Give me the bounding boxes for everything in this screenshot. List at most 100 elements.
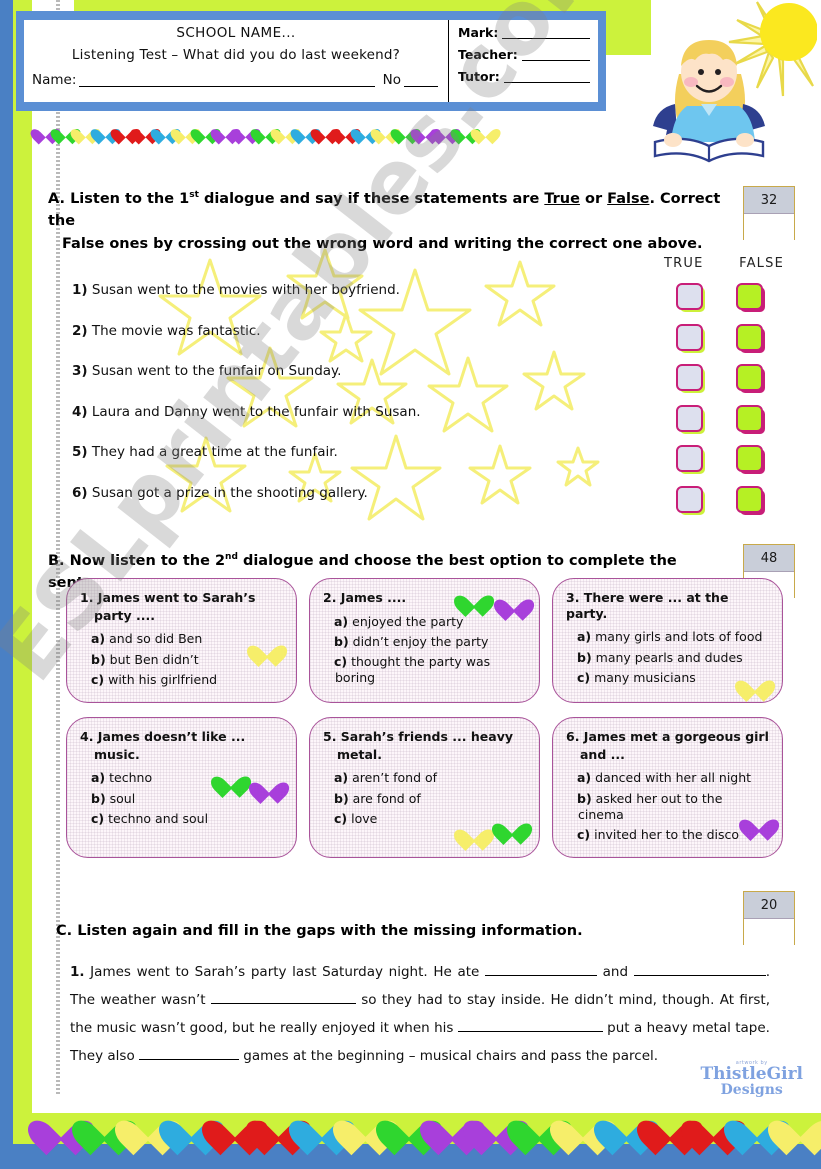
true-column-header: TRUE — [664, 256, 704, 271]
logo-main-text: ThistleGirl — [700, 1064, 803, 1084]
option-choice[interactable]: a) enjoyed the party — [323, 614, 526, 630]
statement-text: They had a great time at the funfair. — [87, 444, 338, 460]
option-choice[interactable]: b) didn’t enjoy the party — [323, 634, 526, 650]
false-checkbox[interactable] — [736, 364, 763, 391]
option-card: 2. James .... a) enjoyed the party b) didn… — [309, 578, 540, 703]
option-text: aren’t fond of — [348, 770, 438, 786]
section-c-score-box[interactable]: 20 — [743, 891, 795, 945]
option-letter: c) — [334, 810, 348, 826]
option-text: many pearls and dudes — [591, 649, 743, 665]
gap-blank-1[interactable] — [485, 961, 597, 976]
option-letter: a) — [334, 770, 349, 786]
option-card-row: 4. James doesn’t like ... music. a) techno… — [66, 717, 796, 859]
true-checkbox[interactable] — [676, 404, 703, 432]
option-card: 6. James met a gorgeous girl and ... a) da… — [552, 717, 783, 859]
option-letter: a) — [91, 770, 106, 786]
option-letter: c) — [334, 654, 348, 670]
option-letter: a) — [91, 631, 106, 647]
statement-text: The movie was fantastic. — [87, 322, 261, 339]
option-text: but Ben didn’t — [105, 651, 199, 667]
option-letter: b) — [577, 649, 592, 665]
option-text: many musicians — [590, 669, 696, 685]
heart-icon — [461, 585, 487, 609]
heart-icon — [461, 819, 487, 843]
option-letter: a) — [577, 770, 592, 786]
statement-number: 4) — [72, 403, 88, 420]
option-letter: b) — [91, 651, 106, 667]
option-text: thought the party was boring — [335, 654, 491, 686]
option-text: many girls and lots of food — [591, 629, 763, 645]
false-checkbox[interactable] — [736, 323, 763, 351]
section-a-statement-list: 1) Susan went to the movies with her boy… — [72, 283, 632, 526]
option-card-question: 5. Sarah’s friends ... heavy — [323, 729, 513, 744]
false-column-header: FALSE — [739, 256, 784, 271]
gap-text-6: games at the beginning – musical chairs … — [239, 1048, 659, 1064]
statement-number: 5) — [72, 444, 88, 460]
option-text: techno and soul — [104, 810, 209, 826]
section-c-gap-fill-text: 1. James went to Sarah’s party last Satu… — [70, 958, 770, 1070]
section-b-score-total: 48 — [744, 545, 794, 572]
option-card: 3. There were ... at the party. a) many g… — [552, 578, 783, 703]
option-choice[interactable]: c) with his girlfriend — [80, 672, 283, 688]
option-card-question-line2: music. — [94, 746, 140, 762]
worksheet-page: SCHOOL NAME... Listening Test – What did… — [0, 0, 821, 1169]
gap-blank-2[interactable] — [633, 961, 766, 976]
gap-text-2: and — [597, 964, 634, 980]
logo-sub-text: Designs — [720, 1082, 783, 1098]
option-choice[interactable]: c) invited her to the disco — [566, 827, 769, 843]
option-card: 5. Sarah’s friends ... heavy metal. a) are… — [309, 717, 540, 859]
option-letter: b) — [334, 790, 349, 806]
section-a-or: or — [579, 191, 608, 207]
true-checkbox[interactable] — [676, 445, 703, 472]
gap-blank-4[interactable] — [457, 1017, 603, 1032]
option-choice[interactable]: c) techno and soul — [80, 811, 283, 827]
false-checkbox[interactable] — [736, 404, 763, 432]
section-a-text2: dialogue and say if these statements are — [198, 191, 545, 207]
true-checkbox[interactable] — [676, 364, 703, 391]
statement-row: 6) Susan got a prize in the shooting gal… — [72, 484, 632, 527]
section-a-heading: A. Listen to the 1st dialogue and say if… — [48, 188, 738, 255]
statement-row: 4) Laura and Danny went to the funfair w… — [72, 403, 632, 446]
section-c-score-total: 20 — [744, 892, 794, 919]
true-checkbox[interactable] — [676, 485, 703, 513]
gap-blank-5[interactable] — [139, 1045, 239, 1060]
gap-blank-3[interactable] — [210, 989, 356, 1004]
option-text: asked her out to the cinema — [578, 790, 723, 822]
option-text: enjoyed the party — [348, 613, 464, 629]
statement-row: 3) Susan went to the funfair on Sunday. — [72, 364, 632, 405]
section-a-true-word: True — [544, 191, 580, 207]
section-a-score-input[interactable] — [744, 214, 794, 240]
option-text: love — [347, 810, 378, 826]
false-checkbox[interactable] — [736, 445, 763, 472]
option-choice[interactable]: a) many girls and lots of food — [566, 629, 769, 645]
option-text: are fond of — [348, 790, 421, 806]
option-choice[interactable]: a) danced with her all night — [566, 770, 769, 786]
false-checkbox[interactable] — [736, 485, 763, 513]
option-letter: c) — [91, 810, 105, 826]
statement-number: 6) — [72, 484, 88, 501]
option-card-question: 4. James doesn’t like ... — [80, 729, 246, 744]
section-a-score-box[interactable]: 32 — [743, 186, 795, 240]
option-card-question: 1. James went to Sarah’s — [80, 590, 256, 605]
option-text: danced with her all night — [591, 770, 752, 786]
option-choice[interactable]: a) aren’t fond of — [323, 770, 526, 786]
true-checkbox-column — [676, 283, 703, 526]
heart-icon — [254, 635, 280, 659]
section-b-letter: B. — [48, 553, 65, 569]
option-choice[interactable]: c) thought the party was boring — [323, 654, 526, 687]
option-choice[interactable]: b) are fond of — [323, 791, 526, 807]
true-checkbox[interactable] — [676, 283, 703, 310]
true-false-column-headers: TRUE FALSE — [664, 256, 784, 271]
statement-text: Susan went to the funfair on Sunday. — [87, 363, 342, 379]
thistlegirl-logo: artwork by ThistleGirl Designs — [700, 1061, 803, 1098]
option-choice[interactable]: b) asked her out to the cinema — [566, 791, 769, 824]
true-checkbox[interactable] — [676, 323, 703, 351]
section-c-score-input[interactable] — [744, 919, 794, 945]
option-letter: a) — [577, 629, 592, 645]
heart-icon — [746, 809, 772, 833]
false-checkbox[interactable] — [736, 283, 763, 310]
option-text: with his girlfriend — [104, 671, 218, 687]
section-a-sup: st — [189, 190, 199, 201]
option-card-question-line2: metal. — [337, 746, 382, 762]
option-choice[interactable]: b) many pearls and dudes — [566, 650, 769, 666]
